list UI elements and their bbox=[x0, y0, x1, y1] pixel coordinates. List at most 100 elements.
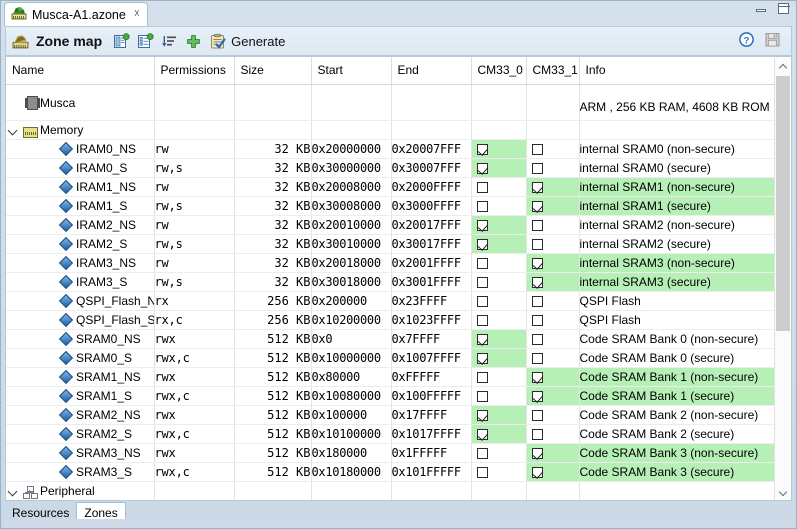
help-icon[interactable]: ? bbox=[738, 31, 755, 51]
cell-cm33-0[interactable] bbox=[471, 215, 527, 235]
cell-name[interactable]: SRAM3_NS bbox=[6, 443, 155, 463]
cell-info[interactable]: Code SRAM Bank 0 (non-secure) bbox=[579, 329, 777, 349]
cell-cm33-1[interactable] bbox=[526, 348, 580, 368]
cell-info[interactable] bbox=[579, 120, 777, 140]
cell-start[interactable]: 0x10000000 bbox=[311, 348, 392, 368]
cell-info[interactable]: internal SRAM2 (secure) bbox=[579, 234, 777, 254]
cell-info[interactable]: internal SRAM2 (non-secure) bbox=[579, 215, 777, 235]
generate-button-label[interactable]: Generate bbox=[231, 34, 285, 49]
checkbox-cm33-1[interactable] bbox=[531, 163, 543, 175]
checkbox-cm33-0[interactable] bbox=[476, 334, 488, 346]
cell-permissions[interactable]: rwx,c bbox=[154, 462, 235, 482]
checkbox-cm33-1[interactable] bbox=[531, 429, 543, 441]
cell-size[interactable]: 512 KB bbox=[234, 348, 312, 368]
table-row[interactable]: QSPI_Flash_NSrx256 KB0x2000000x23FFFF QSP… bbox=[6, 291, 777, 311]
cell-cm33-0[interactable] bbox=[471, 329, 527, 349]
cell-size[interactable]: 32 KB bbox=[234, 215, 312, 235]
cell-cm33-1[interactable] bbox=[526, 481, 580, 500]
cell-cm33-1[interactable] bbox=[526, 329, 580, 349]
cell-size[interactable]: 32 KB bbox=[234, 139, 312, 159]
cell-end[interactable]: 0x7FFFF bbox=[391, 329, 472, 349]
vertical-scrollbar[interactable] bbox=[774, 58, 791, 500]
cell-cm33-0[interactable] bbox=[471, 386, 527, 406]
cell-size[interactable] bbox=[234, 84, 312, 121]
cell-start[interactable]: 0x20008000 bbox=[311, 177, 392, 197]
cell-name[interactable]: SRAM2_S bbox=[6, 424, 155, 444]
column-header-start[interactable]: Start bbox=[311, 57, 392, 85]
cell-cm33-0[interactable] bbox=[471, 158, 527, 178]
cell-info[interactable]: internal SRAM0 (secure) bbox=[579, 158, 777, 178]
cell-start[interactable] bbox=[311, 120, 392, 140]
checkbox-cm33-1[interactable] bbox=[531, 201, 543, 213]
cell-end[interactable]: 0x20017FFF bbox=[391, 215, 472, 235]
checkbox-cm33-1[interactable] bbox=[531, 410, 543, 422]
cell-size[interactable]: 256 KB bbox=[234, 291, 312, 311]
cell-name[interactable]: Musca bbox=[6, 84, 155, 121]
column-header-size[interactable]: Size bbox=[234, 57, 312, 85]
cell-size[interactable]: 32 KB bbox=[234, 158, 312, 178]
cell-info[interactable]: internal SRAM1 (secure) bbox=[579, 196, 777, 216]
cell-cm33-0[interactable] bbox=[471, 120, 527, 140]
cell-end[interactable]: 0x100FFFFF bbox=[391, 386, 472, 406]
generate-checklist-icon[interactable] bbox=[209, 33, 226, 50]
cell-permissions[interactable]: rwx,c bbox=[154, 348, 235, 368]
cell-start[interactable]: 0x20000000 bbox=[311, 139, 392, 159]
cell-name[interactable]: IRAM2_NS bbox=[6, 215, 155, 235]
cell-cm33-1[interactable] bbox=[526, 196, 580, 216]
cell-size[interactable]: 512 KB bbox=[234, 405, 312, 425]
cell-size[interactable]: 32 KB bbox=[234, 253, 312, 273]
cell-cm33-1[interactable] bbox=[526, 424, 580, 444]
cell-name[interactable]: SRAM2_NS bbox=[6, 405, 155, 425]
cell-start[interactable]: 0x80000 bbox=[311, 367, 392, 387]
cell-permissions[interactable]: rw,s bbox=[154, 272, 235, 292]
cell-cm33-0[interactable] bbox=[471, 481, 527, 500]
close-icon[interactable]: ☓ bbox=[134, 9, 140, 20]
checkbox-cm33-1[interactable] bbox=[531, 239, 543, 251]
table-row[interactable]: IRAM3_S rw,s 32 KB 0x30018000 0x3001FFFF inte… bbox=[6, 272, 777, 292]
checkbox-cm33-1[interactable] bbox=[531, 296, 543, 308]
cell-permissions[interactable]: rw,s bbox=[154, 158, 235, 178]
checkbox-cm33-0[interactable] bbox=[476, 410, 488, 422]
cell-cm33-0[interactable] bbox=[471, 367, 527, 387]
cell-cm33-0[interactable] bbox=[471, 253, 527, 273]
cell-start[interactable]: 0x10200000 bbox=[311, 310, 392, 330]
column-header-permissions[interactable]: Permissions bbox=[154, 57, 235, 85]
cell-end[interactable]: 0x1017FFFF bbox=[391, 424, 472, 444]
cell-info[interactable]: QSPI Flash bbox=[579, 310, 777, 330]
checkbox-cm33-0[interactable] bbox=[476, 296, 488, 308]
cell-cm33-0[interactable] bbox=[471, 291, 527, 311]
cell-name[interactable]: SRAM1_S bbox=[6, 386, 155, 406]
cell-name[interactable]: Memory bbox=[6, 120, 155, 140]
cell-permissions[interactable]: rwx,c bbox=[154, 424, 235, 444]
cell-cm33-1[interactable] bbox=[526, 158, 580, 178]
cell-start[interactable]: 0x100000 bbox=[311, 405, 392, 425]
expand-collapse-icon[interactable] bbox=[8, 125, 19, 136]
cell-end[interactable]: 0x1023FFFF bbox=[391, 310, 472, 330]
cell-cm33-0[interactable] bbox=[471, 177, 527, 197]
column-header-end[interactable]: End bbox=[391, 57, 472, 85]
cell-end[interactable]: 0x101FFFFF bbox=[391, 462, 472, 482]
plus-icon[interactable] bbox=[185, 33, 202, 50]
table-row[interactable]: SRAM3_S rwx,c 512 KB 0x10180000 0x101FFFFF Co… bbox=[6, 462, 777, 482]
table-row[interactable]: Musca ARM , 256 KB RAM, 4608 KB ROM bbox=[6, 84, 777, 121]
cell-start[interactable]: 0x180000 bbox=[311, 443, 392, 463]
cell-cm33-0[interactable] bbox=[471, 443, 527, 463]
cell-permissions[interactable]: rw,s bbox=[154, 196, 235, 216]
table-row[interactable]: SRAM3_NS rwx 512 KB 0x180000 0x1FFFFF Code SR… bbox=[6, 443, 777, 463]
cell-info[interactable] bbox=[579, 481, 777, 500]
table-row[interactable]: IRAM2_S rw,s 32 KB 0x30010000 0x30017FFF inte… bbox=[6, 234, 777, 254]
cell-end[interactable]: 0x30007FFF bbox=[391, 158, 472, 178]
cell-start[interactable]: 0x30010000 bbox=[311, 234, 392, 254]
cell-cm33-1[interactable] bbox=[526, 84, 580, 121]
cell-cm33-0[interactable] bbox=[471, 310, 527, 330]
cell-start[interactable]: 0x20010000 bbox=[311, 215, 392, 235]
table-row[interactable]: SRAM1_S rwx,c 512 KB 0x10080000 0x100FFFFF Co… bbox=[6, 386, 777, 406]
checkbox-cm33-1[interactable] bbox=[531, 467, 543, 479]
scroll-up-icon[interactable] bbox=[775, 58, 791, 75]
checkbox-cm33-0[interactable] bbox=[476, 277, 488, 289]
cell-permissions[interactable]: rw,s bbox=[154, 234, 235, 254]
cell-name[interactable]: QSPI_Flash_S bbox=[6, 310, 155, 330]
cell-size[interactable]: 512 KB bbox=[234, 462, 312, 482]
cell-info[interactable]: internal SRAM3 (non-secure) bbox=[579, 253, 777, 273]
checkbox-cm33-1[interactable] bbox=[531, 220, 543, 232]
